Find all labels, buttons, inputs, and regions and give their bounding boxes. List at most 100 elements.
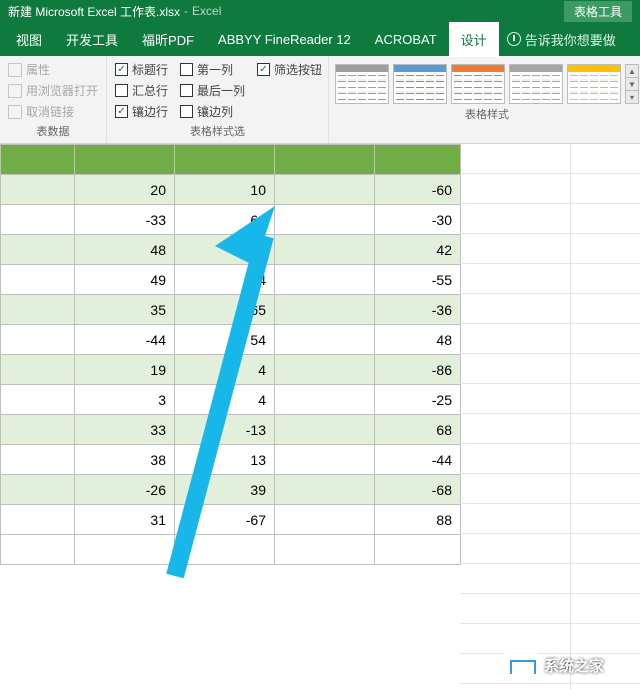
table-row[interactable]: -3363 -30 bbox=[1, 205, 461, 235]
table-header[interactable] bbox=[275, 145, 375, 175]
table-cell[interactable]: 54 bbox=[175, 325, 275, 355]
table-cell[interactable] bbox=[1, 235, 75, 265]
table-row[interactable]: 34-25 bbox=[1, 385, 461, 415]
tab-design[interactable]: 设计 bbox=[449, 22, 499, 57]
table-cell[interactable] bbox=[1, 385, 75, 415]
table-cell[interactable]: 33 bbox=[75, 415, 175, 445]
table-cell[interactable] bbox=[275, 475, 375, 505]
tab-dev[interactable]: 开发工具 bbox=[54, 22, 130, 57]
table-cell[interactable]: -86 bbox=[375, 355, 461, 385]
table-cell[interactable]: 88 bbox=[375, 505, 461, 535]
table-cell[interactable] bbox=[375, 535, 461, 565]
style-swatch[interactable] bbox=[567, 64, 621, 104]
table-cell[interactable]: 24 bbox=[175, 265, 275, 295]
style-swatch[interactable] bbox=[509, 64, 563, 104]
chk-total-row[interactable]: 汇总行 bbox=[113, 81, 170, 100]
table-cell[interactable]: -68 bbox=[375, 475, 461, 505]
table-cell[interactable]: 48 bbox=[75, 235, 175, 265]
table-header[interactable] bbox=[175, 145, 275, 175]
table-cell[interactable] bbox=[275, 325, 375, 355]
style-swatch[interactable] bbox=[393, 64, 447, 104]
table-cell[interactable] bbox=[275, 265, 375, 295]
table-header[interactable] bbox=[75, 145, 175, 175]
table-cell[interactable] bbox=[1, 325, 75, 355]
empty-cells[interactable] bbox=[460, 144, 640, 689]
table-cell[interactable]: 31 bbox=[75, 505, 175, 535]
table-cell[interactable]: 10 bbox=[175, 175, 275, 205]
table-cell[interactable] bbox=[1, 475, 75, 505]
table-cell[interactable]: 4 bbox=[175, 385, 275, 415]
table-row[interactable]: 48-27 42 bbox=[1, 235, 461, 265]
table-cell[interactable]: 65 bbox=[175, 295, 275, 325]
table-row[interactable]: -4454 48 bbox=[1, 325, 461, 355]
table-cell[interactable]: 20 bbox=[75, 175, 175, 205]
table-cell[interactable]: 19 bbox=[75, 355, 175, 385]
table-cell[interactable] bbox=[1, 205, 75, 235]
gallery-scroll[interactable]: ▲▼▾ bbox=[625, 64, 639, 104]
table-cell[interactable] bbox=[275, 205, 375, 235]
data-table[interactable]: 2010-60-3363-3048-27424924-553565-36-445… bbox=[0, 144, 461, 565]
table-cell[interactable]: -27 bbox=[175, 235, 275, 265]
table-cell[interactable] bbox=[1, 355, 75, 385]
table-cell[interactable] bbox=[275, 355, 375, 385]
chk-filter-button[interactable]: 筛选按钮 bbox=[255, 60, 324, 79]
table-cell[interactable] bbox=[1, 295, 75, 325]
tab-foxit[interactable]: 福昕PDF bbox=[130, 22, 206, 57]
style-swatch[interactable] bbox=[335, 64, 389, 104]
chk-last-col[interactable]: 最后一列 bbox=[178, 81, 247, 100]
table-cell[interactable] bbox=[275, 175, 375, 205]
table-cell[interactable]: -60 bbox=[375, 175, 461, 205]
table-row[interactable]: 194 -86 bbox=[1, 355, 461, 385]
tell-me[interactable]: 告诉我你想要做 bbox=[499, 30, 624, 49]
table-cell[interactable]: 39 bbox=[175, 475, 275, 505]
table-header[interactable] bbox=[1, 145, 75, 175]
table-cell[interactable]: -44 bbox=[375, 445, 461, 475]
table-cell[interactable]: -36 bbox=[375, 295, 461, 325]
table-cell[interactable]: -26 bbox=[75, 475, 175, 505]
table-cell[interactable] bbox=[275, 235, 375, 265]
chk-first-col[interactable]: 第一列 bbox=[178, 60, 247, 79]
worksheet[interactable]: 2010-60-3363-3048-27424924-553565-36-445… bbox=[0, 144, 640, 689]
table-row[interactable]: 3565 -36 bbox=[1, 295, 461, 325]
table-row[interactable]: -2639 -68 bbox=[1, 475, 461, 505]
table-cell[interactable]: 49 bbox=[75, 265, 175, 295]
chk-banded-rows[interactable]: 镶边行 bbox=[113, 102, 170, 121]
table-cell[interactable]: -55 bbox=[375, 265, 461, 295]
table-cell[interactable] bbox=[175, 535, 275, 565]
table-cell[interactable]: 3 bbox=[75, 385, 175, 415]
table-cell[interactable] bbox=[1, 535, 75, 565]
table-cell[interactable] bbox=[75, 535, 175, 565]
table-cell[interactable] bbox=[1, 505, 75, 535]
table-cell[interactable]: -67 bbox=[175, 505, 275, 535]
table-header[interactable] bbox=[375, 145, 461, 175]
table-cell[interactable]: 38 bbox=[75, 445, 175, 475]
table-cell[interactable]: 68 bbox=[375, 415, 461, 445]
style-swatch[interactable] bbox=[451, 64, 505, 104]
table-cell[interactable] bbox=[1, 175, 75, 205]
table-cell[interactable] bbox=[275, 445, 375, 475]
table-cell[interactable]: 35 bbox=[75, 295, 175, 325]
table-cell[interactable]: -44 bbox=[75, 325, 175, 355]
table-cell[interactable] bbox=[1, 415, 75, 445]
table-cell[interactable]: 42 bbox=[375, 235, 461, 265]
table-row[interactable]: 3813 -44 bbox=[1, 445, 461, 475]
table-cell[interactable] bbox=[275, 385, 375, 415]
tab-abbyy[interactable]: ABBYY FineReader 12 bbox=[206, 24, 363, 55]
table-cell[interactable]: 4 bbox=[175, 355, 275, 385]
table-cell[interactable] bbox=[275, 295, 375, 325]
table-row[interactable]: 33-13 68 bbox=[1, 415, 461, 445]
table-row[interactable]: 2010 -60 bbox=[1, 175, 461, 205]
chk-banded-cols[interactable]: 镶边列 bbox=[178, 102, 247, 121]
table-cell[interactable] bbox=[275, 415, 375, 445]
table-row[interactable]: 4924 -55 bbox=[1, 265, 461, 295]
table-cell[interactable]: 13 bbox=[175, 445, 275, 475]
tab-acrobat[interactable]: ACROBAT bbox=[363, 24, 449, 55]
table-cell[interactable]: 63 bbox=[175, 205, 275, 235]
table-cell[interactable]: -30 bbox=[375, 205, 461, 235]
table-cell[interactable]: -33 bbox=[75, 205, 175, 235]
chk-header-row[interactable]: 标题行 bbox=[113, 60, 170, 79]
table-cell[interactable]: -13 bbox=[175, 415, 275, 445]
table-cell[interactable] bbox=[275, 535, 375, 565]
table-cell[interactable]: 48 bbox=[375, 325, 461, 355]
table-row[interactable]: 31-67 88 bbox=[1, 505, 461, 535]
